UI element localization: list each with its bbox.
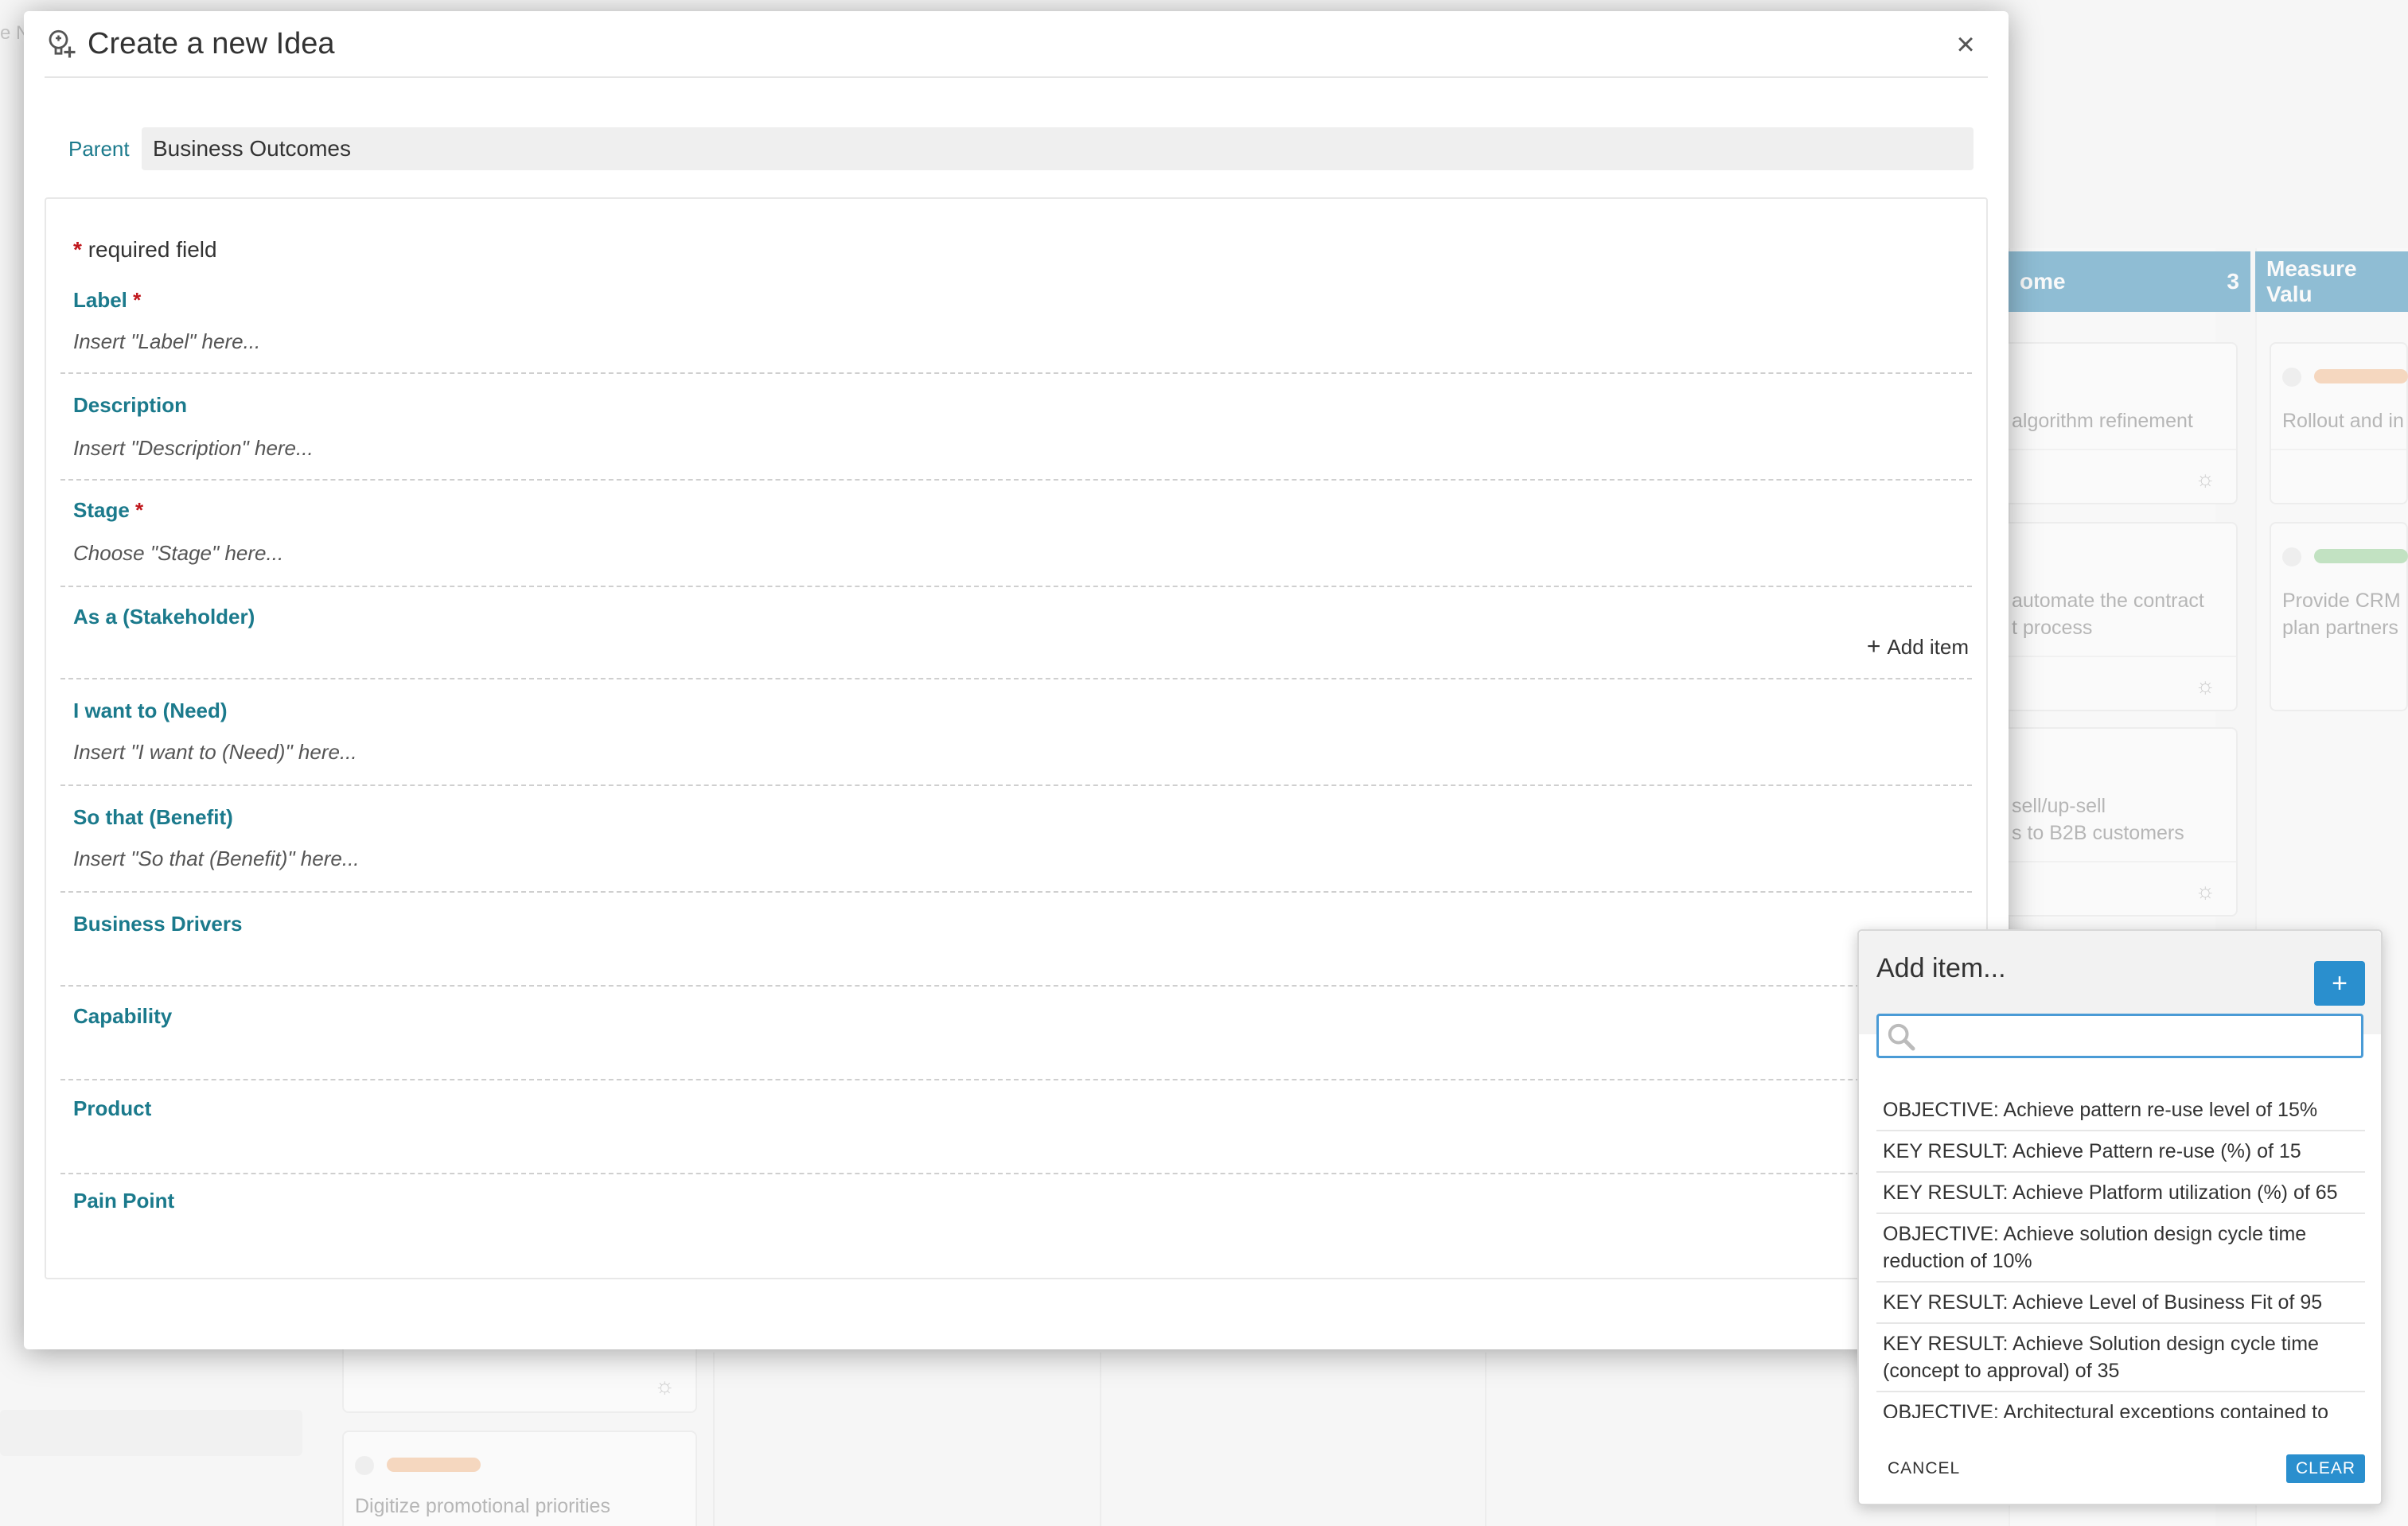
list-item[interactable]: KEY RESULT: Achieve Solution design cycl… (1876, 1324, 2365, 1392)
list-item[interactable]: KEY RESULT: Achieve Pattern re-use (%) o… (1876, 1131, 2365, 1173)
lightbulb-plus-icon (49, 29, 76, 58)
field-stakeholder-title: As a (Stakeholder) (73, 605, 255, 629)
benefit-input[interactable]: Insert "So that (Benefit)" here... (73, 847, 360, 871)
field-description-title: Description (73, 393, 188, 417)
field-benefit-title: So that (Benefit) (73, 805, 233, 829)
column-header-measure-value[interactable]: Measure Valu (2255, 251, 2408, 312)
card-tag-bar (387, 1458, 481, 1472)
popup-title: Add item... (1876, 953, 2006, 983)
card-tag-bar (2314, 369, 2408, 383)
parent-label: Parent (68, 136, 130, 161)
search-input[interactable] (1922, 1016, 2358, 1056)
list-item[interactable]: OBJECTIVE: Achieve pattern re-use level … (1876, 1090, 2365, 1131)
close-icon[interactable]: × (1948, 27, 1983, 62)
card-title: sell/up-sell s to B2B customers (2012, 795, 2184, 844)
gear-icon[interactable]: ☼ (2195, 878, 2215, 904)
field-stakeholder: As a (Stakeholder) + Add item (60, 589, 1972, 679)
description-input[interactable]: Insert "Description" here... (73, 436, 314, 461)
column-count: 3 (2227, 269, 2239, 294)
modal-header: Create a new Idea × (45, 11, 1988, 78)
column-header-title: ome (2020, 269, 2066, 294)
card-title: Rollout and in (2282, 410, 2404, 432)
required-field-note: * required field (73, 237, 217, 263)
card-status-dot (2282, 368, 2301, 387)
field-need: I want to (Need) Insert "I want to (Need… (60, 681, 1972, 786)
parent-field[interactable]: Business Outcomes (142, 127, 1974, 170)
modal-title: Create a new Idea (88, 26, 335, 60)
field-label: Label * Insert "Label" here... (60, 271, 1972, 374)
create-item-button[interactable]: + (2314, 961, 2365, 1006)
card-title: Provide CRM plan partners (2282, 590, 2401, 639)
list-item[interactable]: OBJECTIVE: Architectural exceptions cont… (1876, 1392, 2365, 1418)
card-status-dot (355, 1456, 374, 1475)
field-product[interactable]: Product (60, 1082, 1972, 1174)
column-divider (1485, 1353, 1486, 1526)
idea-form: * required field Label * Insert "Label" … (45, 197, 1988, 1279)
create-idea-modal: Create a new Idea × Parent Business Outc… (24, 11, 2009, 1349)
required-star: * (73, 237, 82, 262)
card-divider (2271, 449, 2406, 450)
field-product-title: Product (73, 1096, 152, 1120)
field-label-title: Label * (73, 288, 142, 312)
required-note-text: required field (88, 237, 217, 262)
popup-search-box (1876, 1014, 2363, 1058)
column-header-outcome[interactable]: ome 3 (2009, 251, 2250, 312)
field-description: Description Insert "Description" here... (60, 376, 1972, 481)
stage-select[interactable]: Choose "Stage" here... (73, 541, 283, 566)
field-need-title: I want to (Need) (73, 699, 228, 722)
field-pain-point-title: Pain Point (73, 1189, 175, 1213)
field-business-drivers[interactable]: Business Drivers (60, 894, 1972, 987)
field-stage-title: Stage * (73, 498, 144, 522)
popup-item-list[interactable]: OBJECTIVE: Achieve pattern re-use level … (1876, 1090, 2365, 1418)
add-item-popup: Add item... + OBJECTIVE: Achieve pattern… (1857, 929, 2383, 1505)
field-capability-title: Capability (73, 1004, 173, 1028)
gear-icon[interactable]: ☼ (2195, 673, 2215, 699)
parent-row: Parent Business Outcomes (68, 127, 1974, 170)
add-item-button[interactable]: + Add item (1867, 633, 1969, 660)
search-icon (1888, 1023, 1915, 1051)
cancel-button[interactable]: CANCEL (1888, 1459, 1960, 1478)
card-tag-bar (2314, 549, 2408, 563)
gear-icon[interactable]: ☼ (2195, 466, 2215, 492)
field-pain-point[interactable]: Pain Point (60, 1176, 1972, 1268)
column-header-title: Measure Valu (2266, 256, 2357, 306)
board-card[interactable]: Rollout and in (2270, 342, 2408, 504)
background-list-strip (0, 1410, 302, 1456)
field-stage: Stage * Choose "Stage" here... (60, 482, 1972, 587)
list-item[interactable]: KEY RESULT: Achieve Level of Business Fi… (1876, 1283, 2365, 1324)
board-card[interactable]: Digitize promotional priorities (342, 1431, 697, 1526)
board-card[interactable]: Provide CRM plan partners (2270, 522, 2408, 711)
gear-icon[interactable]: ☼ (654, 1373, 675, 1399)
card-title: Digitize promotional priorities (355, 1495, 610, 1517)
card-title: automate the contract t process (2012, 590, 2204, 639)
clear-button[interactable]: CLEAR (2285, 1454, 2365, 1483)
card-status-dot (2282, 547, 2301, 566)
field-business-drivers-title: Business Drivers (73, 912, 243, 936)
column-divider (1100, 1353, 1101, 1526)
list-item[interactable]: OBJECTIVE: Achieve solution design cycle… (1876, 1214, 2365, 1283)
field-capability[interactable]: Capability (60, 988, 1972, 1080)
label-input[interactable]: Insert "Label" here... (73, 329, 260, 354)
list-item[interactable]: KEY RESULT: Achieve Platform utilization… (1876, 1173, 2365, 1214)
card-title: algorithm refinement (2012, 410, 2193, 432)
column-divider (713, 1353, 715, 1526)
field-benefit: So that (Benefit) Insert "So that (Benef… (60, 788, 1972, 893)
need-input[interactable]: Insert "I want to (Need)" here... (73, 740, 357, 765)
plus-icon: + (1866, 633, 1881, 660)
